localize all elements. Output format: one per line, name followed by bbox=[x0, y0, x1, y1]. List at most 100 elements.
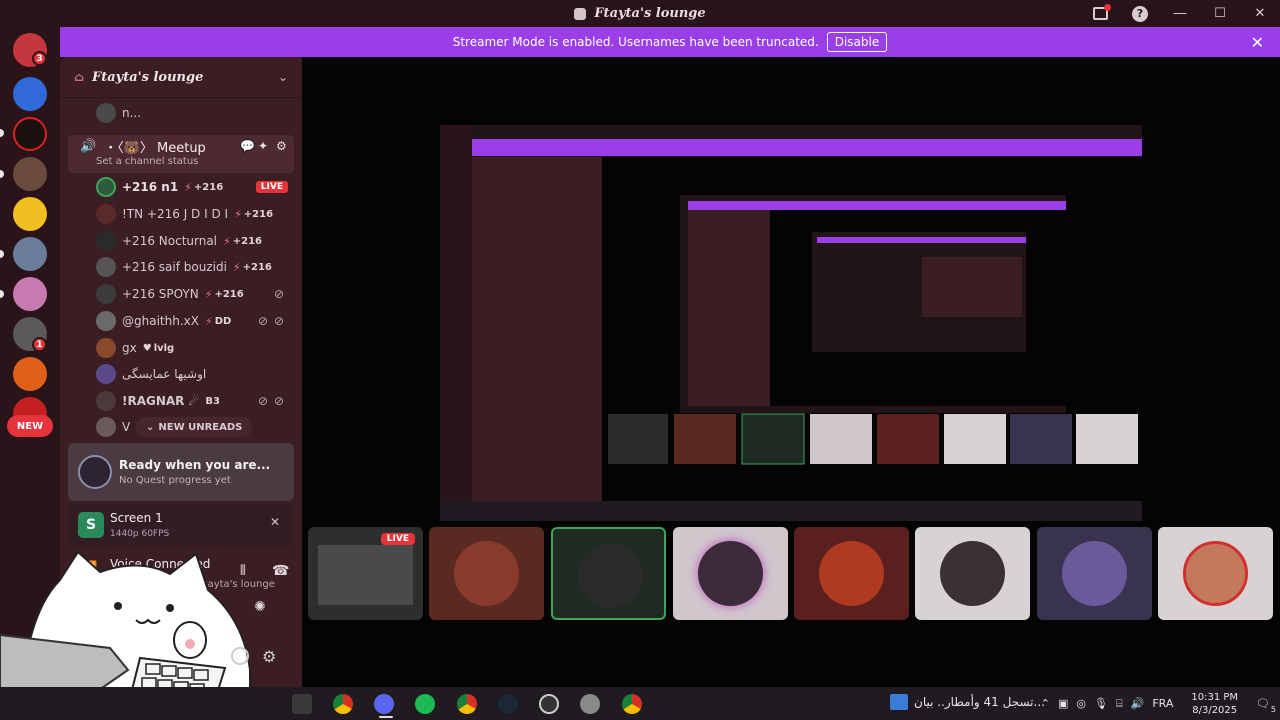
deafened-icon: ⊘ bbox=[274, 394, 285, 408]
help-button[interactable]: ? bbox=[1120, 0, 1160, 27]
voice-user[interactable]: !RAGNAR ☄ B3 bbox=[96, 390, 220, 412]
screen-share-icon: S bbox=[78, 512, 104, 538]
server-icon[interactable] bbox=[13, 357, 47, 391]
task-view-icon[interactable] bbox=[292, 694, 312, 714]
maximize-button[interactable]: ☐ bbox=[1200, 0, 1240, 27]
speaker-icon: 🔊 bbox=[80, 139, 97, 154]
title-bar: Ftayta's lounge ? ― ☐ ✕ bbox=[0, 0, 1280, 27]
new-unreads-pill[interactable]: ⌄ NEW UNREADS bbox=[136, 417, 253, 437]
voice-user[interactable]: +216 SPOYN ⚡ +216 bbox=[96, 283, 244, 305]
inbox-button[interactable] bbox=[1080, 0, 1120, 27]
participant-tile[interactable] bbox=[794, 527, 909, 620]
deafened-icon: ⊘ bbox=[274, 314, 285, 328]
gear-icon[interactable]: ⚙ bbox=[276, 139, 287, 153]
quest-card[interactable]: Ready when you are... No Quest progress … bbox=[68, 443, 294, 501]
voice-channel-meetup[interactable]: 🔊 ・〈🐻〉 Meetup Set a channel status 💬 ✦ ⚙ bbox=[68, 135, 294, 173]
voice-user[interactable]: +216 saif bouzidi ⚡ +216 bbox=[96, 256, 272, 278]
chrome-icon[interactable] bbox=[333, 694, 353, 714]
avatar bbox=[96, 364, 116, 384]
chevron-up-icon[interactable]: ⌃ bbox=[1041, 697, 1050, 710]
chevron-down-icon: ⌄ bbox=[146, 421, 155, 433]
participant-tile[interactable] bbox=[429, 527, 544, 620]
avatar bbox=[1062, 541, 1127, 606]
server-icon[interactable] bbox=[13, 117, 47, 151]
microphone-icon[interactable]: 🎙 bbox=[1094, 697, 1108, 710]
language-indicator[interactable]: FRA bbox=[1152, 697, 1173, 710]
network-icon[interactable]: ⌸ bbox=[1116, 697, 1123, 711]
minimize-button[interactable]: ― bbox=[1160, 0, 1200, 27]
avatar bbox=[1183, 541, 1248, 606]
channel-name: ・〈🐻〉 Meetup bbox=[104, 141, 206, 156]
quest-subtitle: No Quest progress yet bbox=[119, 475, 231, 486]
avatar bbox=[578, 543, 643, 608]
server-header[interactable]: ⌂ Ftayta's lounge ⌄ bbox=[60, 57, 302, 98]
screen-share-stream[interactable] bbox=[302, 57, 1280, 527]
spotify-icon[interactable] bbox=[415, 694, 435, 714]
participant-tile[interactable] bbox=[673, 527, 788, 620]
server-logo-icon bbox=[574, 7, 587, 20]
server-icon[interactable] bbox=[13, 197, 47, 231]
clock[interactable]: 10:31 PM 8/3/2025 bbox=[1191, 691, 1238, 717]
muted-icon: ⊘ bbox=[258, 394, 269, 408]
location-icon[interactable]: ◎ bbox=[1076, 697, 1086, 710]
voice-user[interactable]: اوشيها عمایسگی bbox=[96, 363, 206, 385]
new-servers-pill[interactable]: NEW bbox=[7, 415, 53, 437]
voice-user[interactable]: n... bbox=[96, 102, 141, 124]
window-controls: ? ― ☐ ✕ bbox=[1080, 0, 1280, 27]
windows-taskbar: تسجل 41 وأمطار.. بيان... ⌃ ▣ ◎ 🎙 ⌸ 🔊 FRA… bbox=[0, 687, 1280, 720]
server-icon[interactable] bbox=[13, 77, 47, 111]
stop-sharing-icon[interactable]: ✕ bbox=[270, 515, 280, 529]
voice-user[interactable]: +216 Nocturnal ⚡ +216 bbox=[96, 230, 262, 252]
avatar bbox=[96, 204, 116, 224]
steam-icon[interactable] bbox=[498, 694, 518, 714]
app-icon[interactable] bbox=[580, 694, 600, 714]
news-icon bbox=[890, 694, 908, 710]
voice-user[interactable]: @ghaithh.xX ⚡ DD bbox=[96, 310, 231, 332]
camera-icon[interactable]: ▣ bbox=[1058, 697, 1068, 710]
deafened-icon: ⊘ bbox=[274, 287, 285, 301]
avatar bbox=[96, 231, 116, 251]
discord-window: Ftayta's lounge ? ― ☐ ✕ 3 1 NEW Streamer… bbox=[0, 0, 1280, 720]
server-icon[interactable] bbox=[13, 277, 47, 311]
voice-user[interactable]: gx ♥ lvlg bbox=[96, 337, 174, 359]
close-banner-icon[interactable]: ✕ bbox=[1251, 33, 1264, 52]
avatar bbox=[698, 541, 763, 606]
server-icon[interactable] bbox=[13, 157, 47, 191]
inbox-icon bbox=[1092, 4, 1111, 20]
chrome-icon[interactable] bbox=[622, 694, 642, 714]
disable-streamer-mode-button[interactable]: Disable bbox=[826, 32, 888, 52]
system-tray: ⌃ ▣ ◎ 🎙 ⌸ 🔊 FRA 10:31 PM 8/3/2025 🗨 5 bbox=[1041, 687, 1276, 720]
banner-text: Streamer Mode is enabled. Usernames have… bbox=[452, 35, 819, 49]
participant-tile-speaking[interactable] bbox=[551, 527, 666, 620]
chevron-down-icon: ⌄ bbox=[277, 70, 288, 84]
chat-icon[interactable]: 💬 bbox=[240, 139, 255, 153]
avatar bbox=[96, 177, 116, 197]
live-badge: LIVE bbox=[380, 533, 415, 545]
avatar bbox=[96, 391, 116, 411]
voice-user[interactable]: !TN +216 J D I D I ⚡ +216 bbox=[96, 203, 273, 225]
server-icon[interactable] bbox=[13, 237, 47, 271]
help-icon: ? bbox=[1132, 5, 1148, 22]
obs-icon[interactable] bbox=[539, 694, 559, 714]
stream-preview-tile[interactable]: LIVE bbox=[308, 527, 423, 620]
server-badge: 1 bbox=[32, 337, 47, 352]
notifications-icon[interactable]: 🗨 5 bbox=[1256, 697, 1276, 714]
participant-tile[interactable] bbox=[915, 527, 1030, 620]
close-window-button[interactable]: ✕ bbox=[1240, 0, 1280, 27]
invite-icon[interactable]: ✦ bbox=[258, 139, 268, 153]
streamer-mode-banner: Streamer Mode is enabled. Usernames have… bbox=[60, 27, 1280, 57]
volume-icon[interactable]: 🔊 bbox=[1131, 697, 1145, 710]
discord-taskbar-icon[interactable] bbox=[374, 694, 394, 714]
participant-tile[interactable] bbox=[1158, 527, 1273, 620]
avatar bbox=[454, 541, 519, 606]
voice-user[interactable]: +216 n1 ⚡ +216 bbox=[96, 176, 223, 198]
avatar bbox=[819, 541, 884, 606]
chrome-profile-icon[interactable] bbox=[457, 694, 477, 714]
news-widget[interactable]: تسجل 41 وأمطار.. بيان... bbox=[890, 694, 1045, 710]
server-name: Ftayta's lounge bbox=[92, 69, 204, 85]
quest-title: Ready when you are... bbox=[119, 458, 271, 472]
channel-status[interactable]: Set a channel status bbox=[96, 156, 198, 167]
participant-tile[interactable] bbox=[1037, 527, 1152, 620]
avatar bbox=[96, 284, 116, 304]
screen-share-title: Screen 1 bbox=[110, 511, 163, 525]
